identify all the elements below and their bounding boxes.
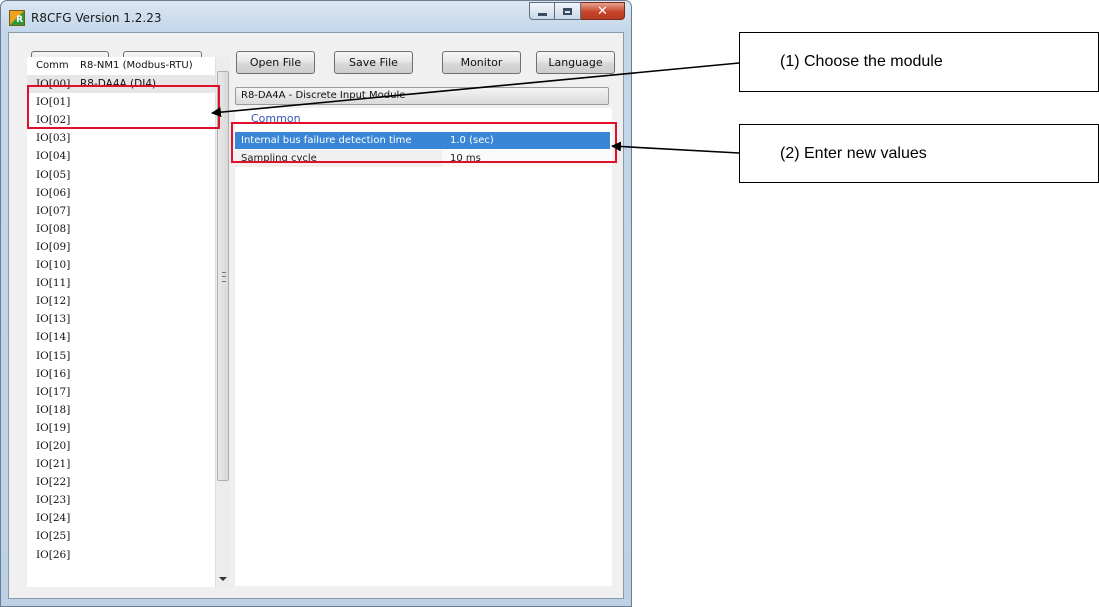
- annotation-arrows: [211, 62, 740, 154]
- arrow-to-values-icon: [611, 141, 740, 154]
- arrow-to-module-icon: [211, 62, 740, 118]
